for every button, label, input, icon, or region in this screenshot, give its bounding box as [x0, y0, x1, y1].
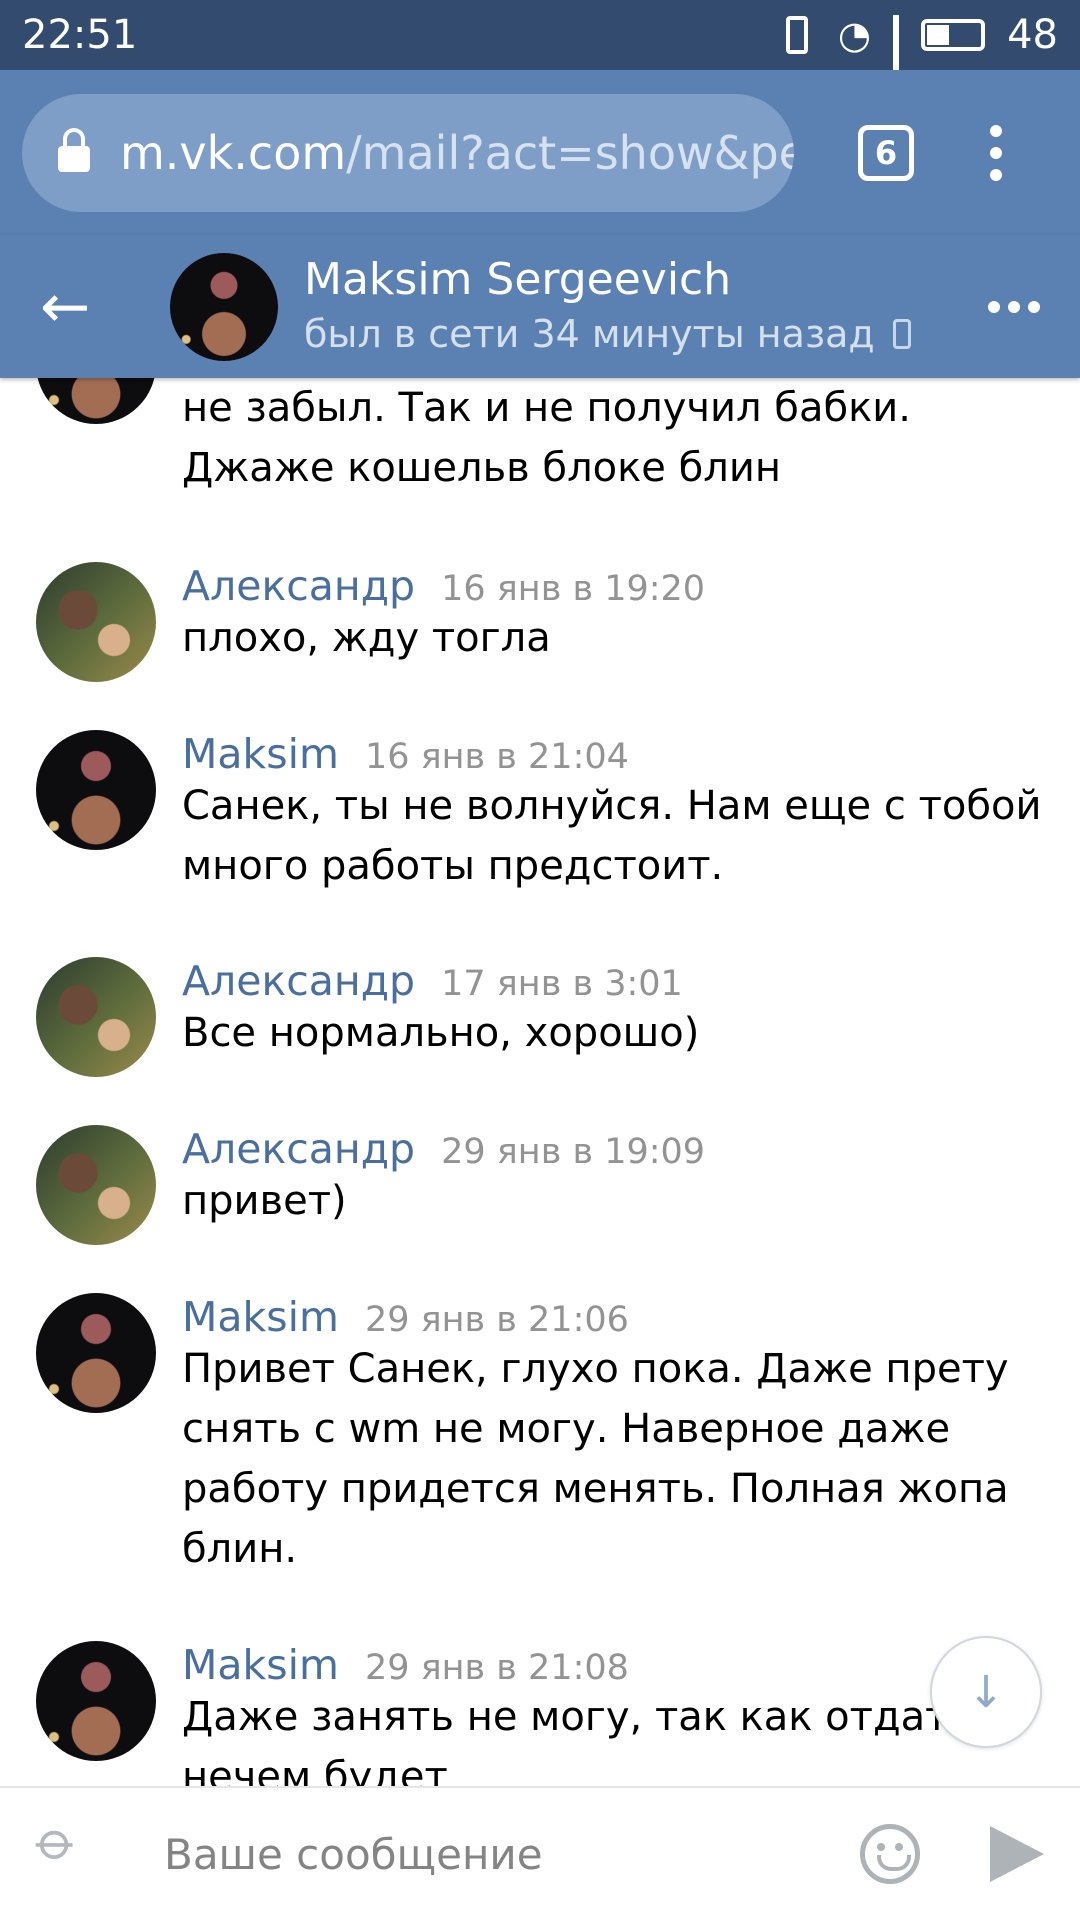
message-body: Санек, ты не волнуйся. Нам еще с тобой м…: [182, 783, 1042, 889]
message-time: 29 янв в 21:06: [364, 1300, 629, 1340]
emoji-icon[interactable]: [860, 1824, 920, 1884]
message-list[interactable]: Привет Не Санек, обижаешь. Конечно не за…: [0, 378, 1080, 1786]
message-body: плохо, жду тогла: [182, 615, 551, 661]
contact-name: Maksim Sergeevich: [304, 253, 732, 305]
more-options-icon[interactable]: [988, 300, 1040, 313]
message-header: Maksim 16 янв в 21:04: [182, 730, 629, 778]
message-author[interactable]: Александр: [182, 1125, 415, 1173]
message-body: привет): [182, 1178, 347, 1224]
status-time: 22:51: [22, 12, 138, 58]
message-input[interactable]: Ваше сообщение: [164, 1830, 860, 1879]
message-avatar[interactable]: [36, 378, 156, 424]
url-path: /mail?act=show&pe: [346, 125, 794, 180]
message-avatar[interactable]: [36, 1293, 156, 1413]
message-composer: ⌀ Ваше сообщение: [0, 1786, 1080, 1920]
vibrate-icon: [785, 16, 808, 54]
last-seen-text: был в сети 34 минуты назад: [304, 311, 875, 356]
message-time: 16 янв в 21:04: [364, 737, 629, 777]
message-header: Александр 16 янв в 19:20: [182, 562, 705, 610]
message-body: Привет Не Санек, обижаешь. Конечно не за…: [182, 385, 912, 491]
message-author[interactable]: Maksim: [182, 1293, 339, 1341]
message-time: 16 янв в 19:20: [441, 569, 706, 609]
back-arrow-icon[interactable]: ←: [40, 277, 100, 337]
url-host: m.vk.com: [120, 125, 347, 180]
message-body: Все нормально, хорошо): [182, 1010, 700, 1056]
contact-avatar[interactable]: [170, 252, 278, 361]
message-header: Александр 17 янв в 3:01: [182, 957, 683, 1005]
chat-title[interactable]: Maksim Sergeevich был в сети 34 минуты н…: [304, 253, 988, 361]
message-time: 17 янв в 3:01: [441, 964, 683, 1004]
message-author[interactable]: Maksim: [182, 730, 339, 778]
message-header: Александр 29 янв в 19:09: [182, 1125, 705, 1173]
mobile-phone-icon: [892, 318, 911, 349]
message-body: Даже занять не могу, так как отдать нече…: [182, 1694, 972, 1786]
attach-icon[interactable]: ⌀: [24, 1807, 118, 1901]
status-bar: 22:51 ◔ 48: [0, 0, 1080, 103]
message-avatar[interactable]: [36, 1125, 156, 1245]
browser-menu-button[interactable]: [986, 124, 1006, 181]
message-author[interactable]: Александр: [182, 562, 415, 610]
lock-icon: [58, 127, 90, 172]
message-author[interactable]: Александр: [182, 957, 415, 1005]
browser-toolbar: m.vk.com/mail?act=show&pe 6: [0, 70, 1080, 235]
signal-3g-icon: [893, 15, 900, 103]
wifi-icon: ◔: [837, 13, 872, 57]
tabs-button[interactable]: 6: [858, 124, 914, 181]
message-time: 29 янв в 21:08: [364, 1648, 629, 1688]
message-header: Maksim 29 янв в 21:06: [182, 1293, 629, 1341]
message-author[interactable]: Maksim: [182, 1641, 339, 1689]
message-avatar[interactable]: [36, 730, 156, 850]
message-time: 29 янв в 19:09: [441, 1132, 706, 1172]
status-icons: ◔ 48: [778, 12, 1058, 103]
scroll-down-button[interactable]: ↓: [930, 1636, 1042, 1748]
message-avatar[interactable]: [36, 957, 156, 1077]
message-avatar[interactable]: [36, 1641, 156, 1761]
url-bar[interactable]: m.vk.com/mail?act=show&pe: [22, 93, 794, 212]
send-icon[interactable]: [990, 1826, 1044, 1882]
chat-header: ← Maksim Sergeevich был в сети 34 минуты…: [0, 235, 1080, 378]
battery-icon: [921, 19, 986, 51]
battery-level: 48: [1007, 12, 1058, 58]
message-header: Maksim 29 янв в 21:08: [182, 1641, 629, 1689]
contact-status: был в сети 34 минуты назад: [304, 307, 988, 361]
message-body: Привет Санек, глухо пока. Даже прету сня…: [182, 1346, 1009, 1572]
message-avatar[interactable]: [36, 562, 156, 682]
